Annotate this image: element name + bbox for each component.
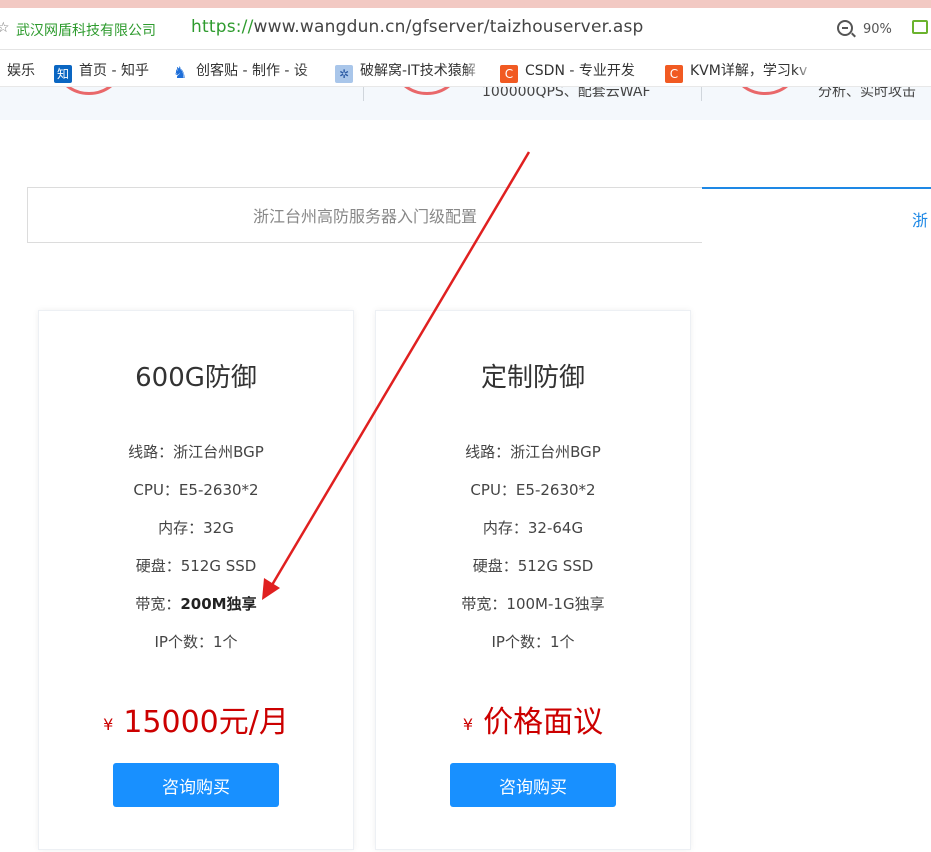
spec-bandwidth-label: 带宽： [461,595,507,613]
url-text[interactable]: https://www.wangdun.cn/gfserver/taizhous… [191,17,644,37]
feature-circle-icon [390,87,464,95]
tab-entry-config[interactable]: 浙江台州高防服务器入门级配置 [27,187,703,243]
card-title: 定制防御 [480,363,585,393]
bookmark-label: CSDN - 专业开发 [525,63,635,79]
bookmarks-bar: 娱乐 知首页 - 知乎 ♞ 创客贴 - 制作 - 设 ✲ 破解窝-IT技术猿解 CC… [0,51,931,87]
divider [701,87,702,101]
feature-circle-icon [52,87,126,95]
bookmark-pojiewo[interactable]: ✲ 破解窝-IT技术猿解 [335,60,485,83]
bookmark-label: 破解窝-IT技术猿解 [360,63,476,79]
chuangketie-icon: ♞ [171,63,189,82]
spec-line: 线路：浙江台州BGP [128,443,264,461]
feature-text: 100000QPS、配套云WAF [482,87,651,100]
feature-circle-icon [728,87,802,95]
spec-ram: 内存：32-64G [482,519,584,537]
consult-buy-button[interactable]: 咨询购买 [450,763,616,807]
currency-symbol: ¥ [103,715,114,734]
consult-buy-button[interactable]: 咨询购买 [113,763,279,807]
csdn-icon: C [500,65,518,83]
bookmark-label: 首页 - 知乎 [79,63,149,79]
spec-bandwidth-label: 带宽： [135,595,181,613]
feature-banner: 100000QPS、配套云WAF 分析、实时攻击 [0,87,931,120]
bookmark-label: 娱乐 [7,63,35,79]
site-identity: 武汉网盾科技有限公司 [16,23,156,39]
feature-text: 分析、实时攻击 [818,87,916,100]
spec-ip: IP个数：1个 [491,633,575,651]
bookmark-csdn[interactable]: C CSDN - 专业开发 [500,60,650,83]
divider [363,87,364,101]
spec-disk: 硬盘：512G SSD [135,557,257,575]
spec-bandwidth: 带宽：200M独享 [39,593,353,614]
bookmark-label: KVM详解，学习kv [690,63,808,79]
spec-ip: IP个数：1个 [154,633,238,651]
zhihu-icon: 知 [54,65,72,83]
spec-bandwidth-value: 100M-1G独享 [506,595,605,613]
csdn-icon: C [665,65,683,83]
address-bar[interactable]: ☆ 武汉网盾科技有限公司 https://www.wangdun.cn/gfse… [0,8,931,50]
currency-symbol: ¥ [462,715,474,734]
card-title: 600G防御 [135,363,257,393]
spec-bandwidth: 带宽：100M-1G独享 [376,593,690,614]
pojiewo-icon: ✲ [335,65,353,83]
bookmark-entertainment[interactable]: 娱乐 [7,60,35,80]
card-price: ¥15000元/月 [39,697,353,741]
spec-ram: 内存：32G [158,519,234,537]
config-tabs: 浙江台州高防服务器入门级配置 浙 [27,187,931,243]
card-price: ¥ 价格面议 [376,697,690,741]
star-icon[interactable]: ☆ [0,20,10,36]
spec-line: 线路：浙江台州BGP [465,443,601,461]
window-top-strip [0,0,931,8]
zoom-level[interactable]: 90% [863,22,892,37]
tab-second-config[interactable]: 浙 [702,187,931,243]
bookmark-kvm[interactable]: C KVM详解，学习kv [665,60,815,83]
url-path: www.wangdun.cn/gfserver/taizhouserver.as… [253,17,644,37]
bookmark-zhihu[interactable]: 知首页 - 知乎 [54,60,162,83]
product-card-custom: 定制防御 线路：浙江台州BGP CPU：E5-2630*2 内存：32-64G … [375,310,691,850]
bookmark-label: 创客贴 - 制作 - 设 [196,63,308,79]
reader-book-icon[interactable] [912,20,928,34]
price-value: 价格面议 [483,705,604,740]
spec-cpu: CPU：E5-2630*2 [133,481,259,499]
price-value: 15000元/月 [123,705,289,740]
product-card-600g: 600G防御 线路：浙江台州BGP CPU：E5-2630*2 内存：32G 硬… [38,310,354,850]
zoom-icon[interactable] [837,20,853,36]
spec-cpu: CPU：E5-2630*2 [470,481,596,499]
url-scheme: https:// [191,17,254,37]
spec-bandwidth-value: 200M独享 [180,595,257,613]
spec-disk: 硬盘：512G SSD [472,557,594,575]
bookmark-chuangketie[interactable]: ♞ 创客贴 - 制作 - 设 [171,60,321,82]
